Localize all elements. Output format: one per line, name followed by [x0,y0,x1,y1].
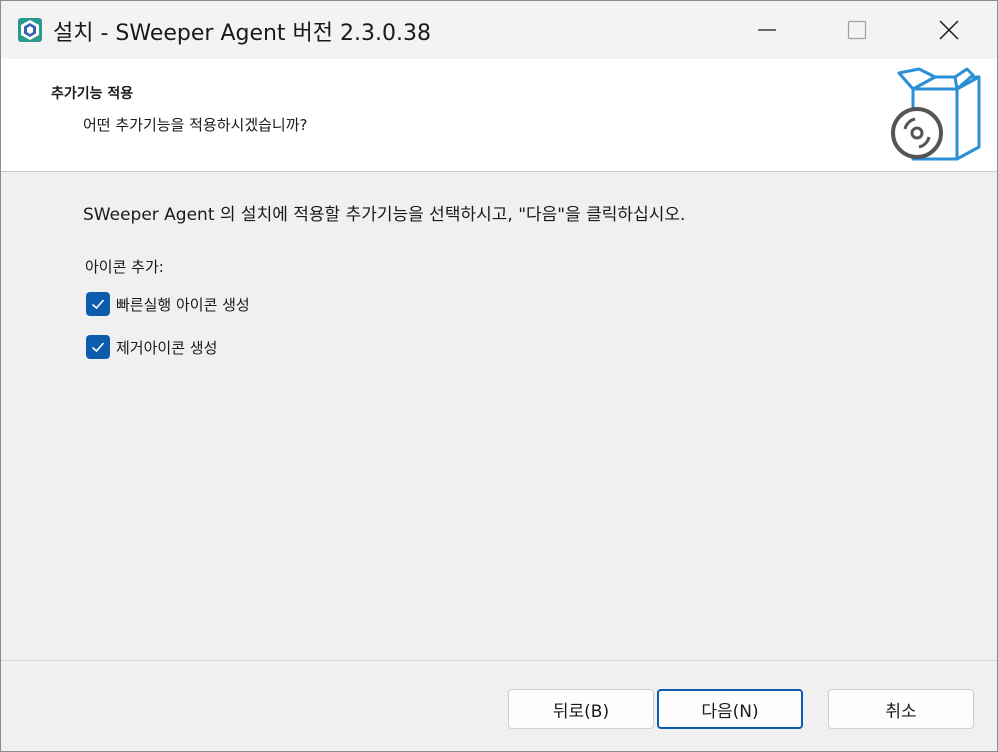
next-button[interactable]: 다음(N) [657,689,803,729]
uninstall-icon-label[interactable]: 제거아이콘 생성 [116,337,217,358]
page-subtitle: 어떤 추가기능을 적용하시겠습니까? [83,116,308,134]
back-button[interactable]: 뒤로(B) [508,689,654,729]
page-header: 추가기능 적용 어떤 추가기능을 적용하시겠습니까? [1,59,997,172]
quick-launch-label[interactable]: 빠른실행 아이콘 생성 [116,294,250,315]
page-title: 추가기능 적용 [51,86,134,102]
check-icon [91,342,105,353]
maximize-icon [847,20,867,40]
software-box-icon [885,67,985,167]
title-bar: 설치 - SWeeper Agent 버전 2.3.0.38 [1,1,997,59]
icon-group-label: 아이콘 추가: [85,258,164,276]
window-title: 설치 - SWeeper Agent 버전 2.3.0.38 [53,21,431,46]
cancel-button[interactable]: 취소 [828,689,974,729]
check-icon [91,299,105,310]
app-icon [17,17,43,43]
quick-launch-option[interactable]: 빠른실행 아이콘 생성 [86,292,250,316]
close-button[interactable] [903,1,995,59]
options-panel: SWeeper Agent 의 설치에 적용할 추가기능을 선택하시고, "다음… [1,172,997,660]
maximize-button[interactable] [811,1,903,59]
close-icon [939,20,959,40]
minimize-icon [758,29,776,31]
installer-window: 설치 - SWeeper Agent 버전 2.3.0.38 추가기능 적용 어… [0,0,998,752]
uninstall-icon-option[interactable]: 제거아이콘 생성 [86,335,217,359]
minimize-button[interactable] [721,1,813,59]
button-bar: 뒤로(B) 다음(N) 취소 [1,660,997,751]
quick-launch-checkbox[interactable] [86,292,110,316]
uninstall-icon-checkbox[interactable] [86,335,110,359]
instruction-text: SWeeper Agent 의 설치에 적용할 추가기능을 선택하시고, "다음… [83,205,686,225]
